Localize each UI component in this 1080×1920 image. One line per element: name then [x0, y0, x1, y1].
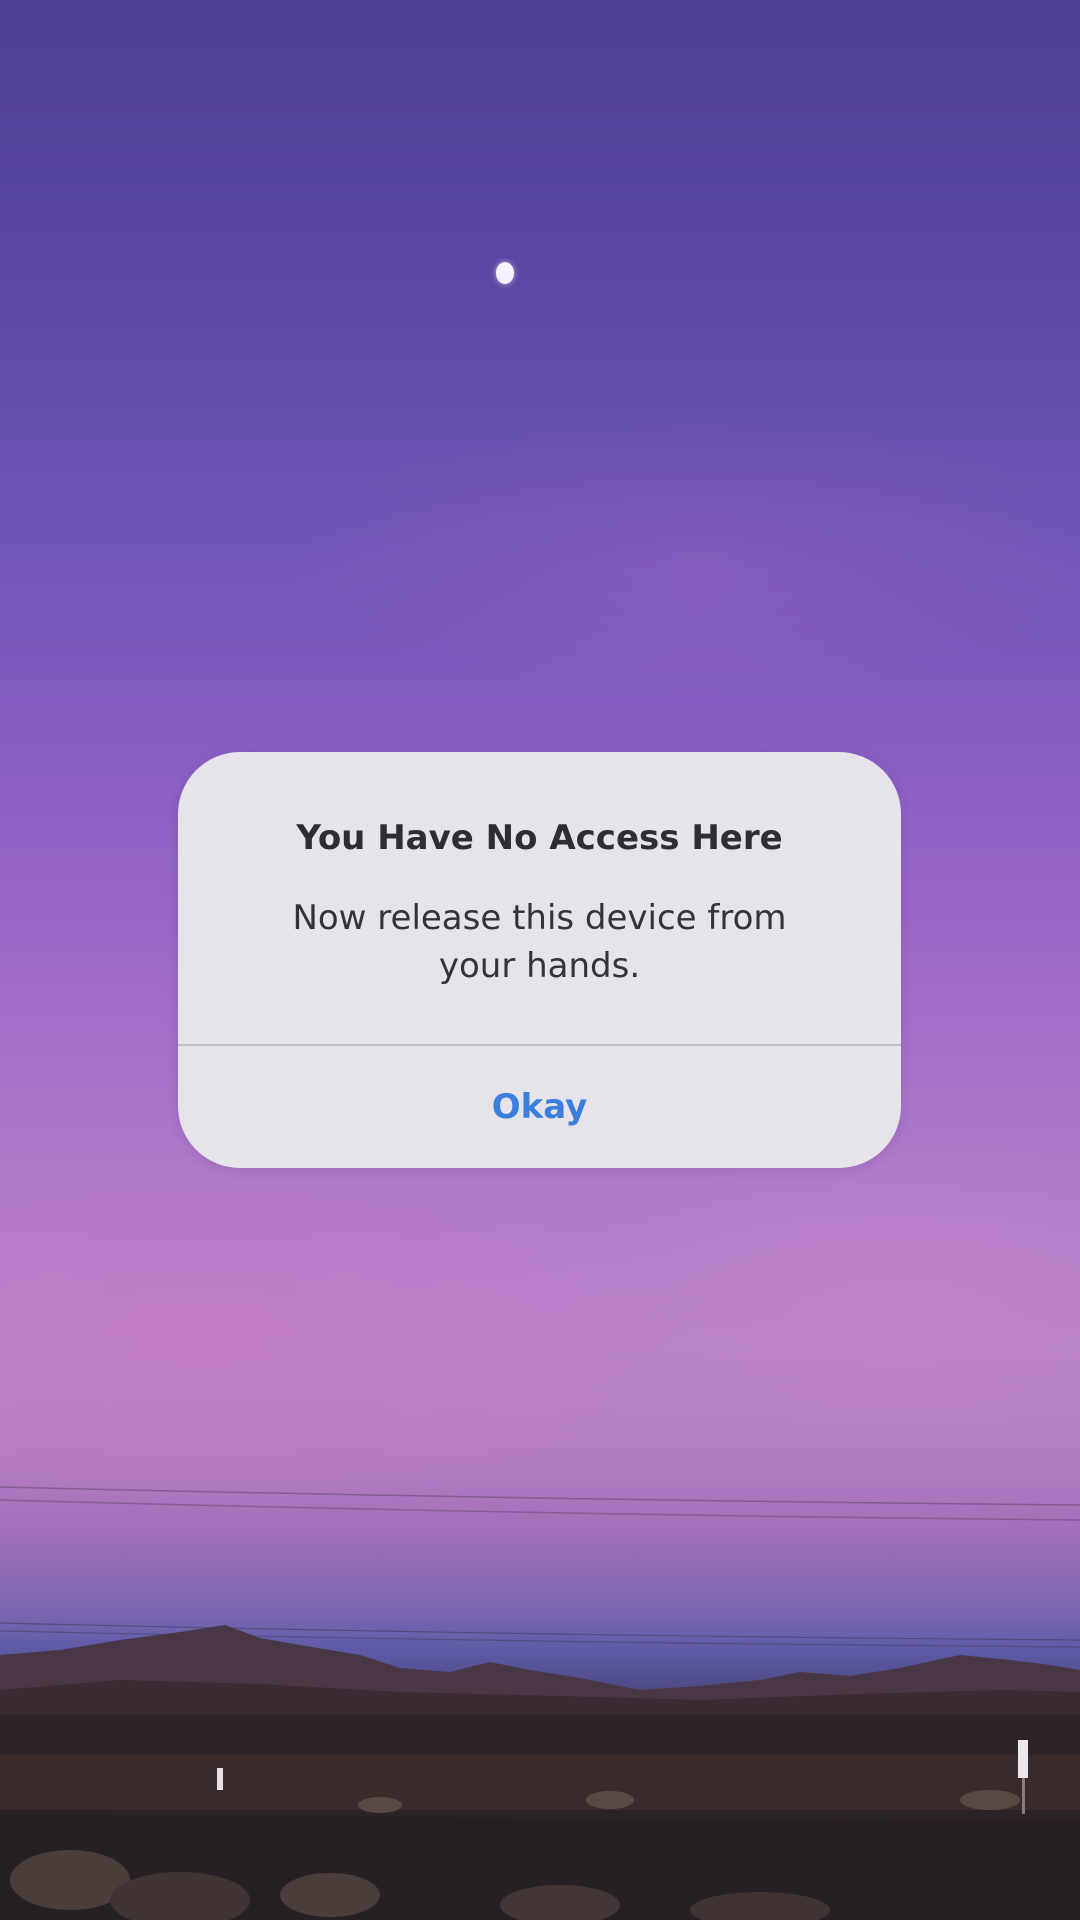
okay-button[interactable]: Okay: [178, 1046, 901, 1168]
access-denied-dialog: You Have No Access Here Now release this…: [178, 752, 901, 1168]
dialog-message: Now release this device from your hands.: [292, 898, 787, 986]
dialog-title: You Have No Access Here: [296, 818, 783, 858]
